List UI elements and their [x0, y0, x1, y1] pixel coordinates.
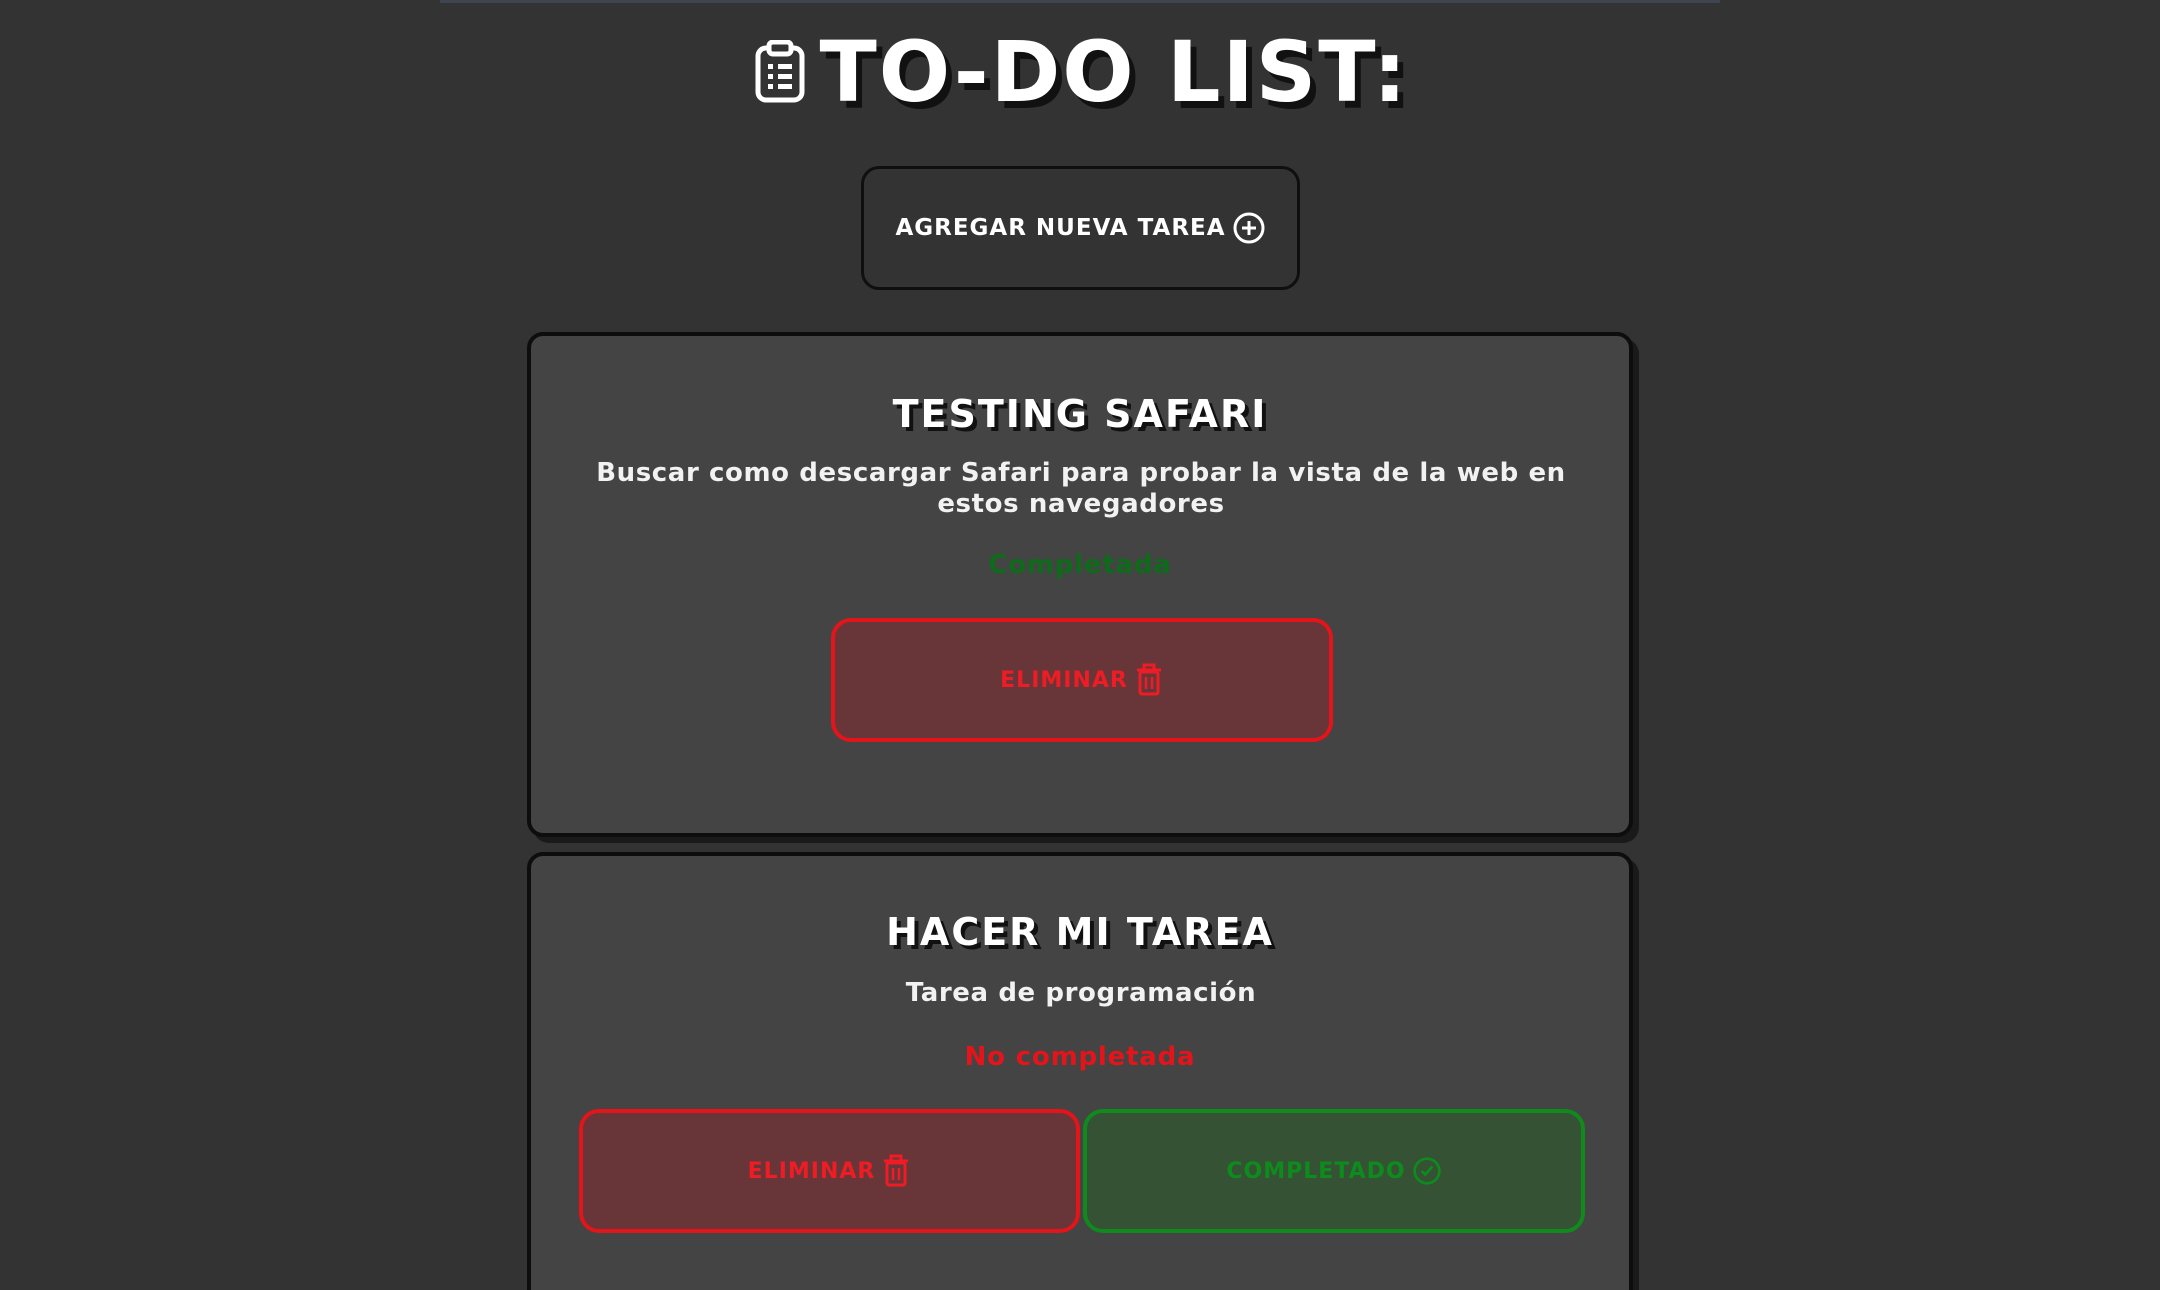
delete-label: ELIMINAR — [1000, 667, 1128, 693]
add-task-label: AGREGAR NUEVA TAREA — [895, 215, 1226, 241]
delete-button[interactable]: ELIMINAR — [579, 1109, 1080, 1233]
task-card: TESTING SAFARI Buscar como descargar Saf… — [527, 332, 1633, 837]
task-description: Buscar como descargar Safari para probar… — [596, 458, 1566, 519]
task-card: HACER MI TAREA Tarea de programación No … — [527, 852, 1633, 1290]
page-title: TO-DO LIST: — [819, 23, 1409, 121]
top-divider — [440, 0, 1720, 3]
task-title: TESTING SAFARI — [892, 392, 1268, 436]
trash-icon — [881, 1154, 911, 1188]
delete-label: ELIMINAR — [747, 1158, 876, 1184]
task-title: HACER MI TAREA — [886, 910, 1274, 954]
add-task-button[interactable]: AGREGAR NUEVA TAREA — [861, 166, 1300, 290]
todo-app: TO-DO LIST: AGREGAR NUEVA TAREA TESTING … — [0, 0, 2160, 1290]
delete-button[interactable]: ELIMINAR — [831, 618, 1333, 742]
app-header: TO-DO LIST: — [0, 22, 2160, 122]
plus-circle-icon — [1232, 211, 1266, 245]
clipboard-icon — [751, 36, 809, 108]
trash-icon — [1134, 663, 1164, 697]
task-description: Tarea de programación — [905, 978, 1257, 1008]
check-circle-icon — [1412, 1154, 1442, 1188]
task-status: Completada — [988, 550, 1172, 580]
task-status: No completada — [964, 1042, 1196, 1072]
complete-label: COMPLETADO — [1226, 1158, 1406, 1184]
complete-button[interactable]: COMPLETADO — [1083, 1109, 1585, 1233]
